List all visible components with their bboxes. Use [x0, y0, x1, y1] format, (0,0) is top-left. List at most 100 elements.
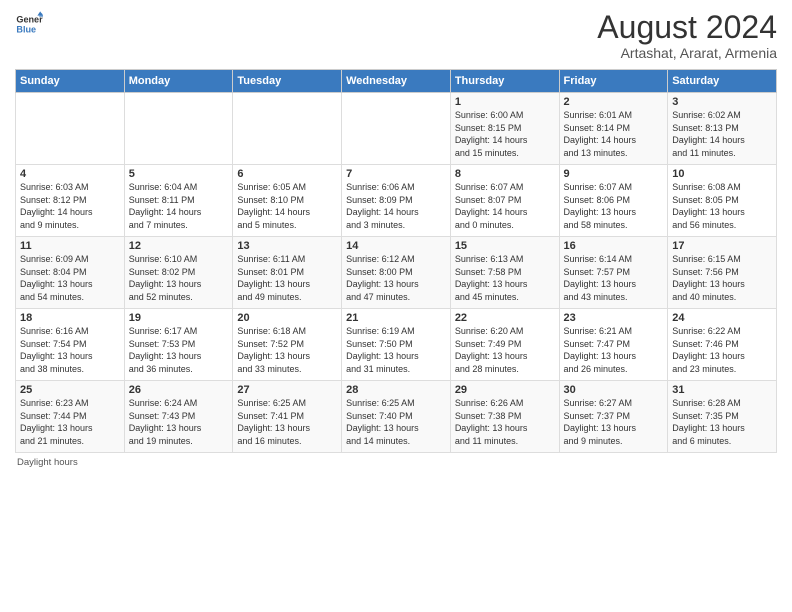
- day-header-saturday: Saturday: [668, 70, 777, 93]
- calendar-cell: 25Sunrise: 6:23 AMSunset: 7:44 PMDayligh…: [16, 381, 125, 453]
- day-number: 18: [20, 312, 120, 324]
- day-info: Sunrise: 6:07 AMSunset: 8:07 PMDaylight:…: [455, 181, 555, 231]
- day-number: 13: [237, 240, 337, 252]
- calendar-cell: 13Sunrise: 6:11 AMSunset: 8:01 PMDayligh…: [233, 237, 342, 309]
- day-info: Sunrise: 6:27 AMSunset: 7:37 PMDaylight:…: [564, 397, 664, 447]
- day-number: 12: [129, 240, 229, 252]
- calendar-cell: 18Sunrise: 6:16 AMSunset: 7:54 PMDayligh…: [16, 309, 125, 381]
- calendar-cell: 16Sunrise: 6:14 AMSunset: 7:57 PMDayligh…: [559, 237, 668, 309]
- svg-text:General: General: [16, 15, 43, 25]
- day-number: 10: [672, 168, 772, 180]
- week-row-1: 1Sunrise: 6:00 AMSunset: 8:15 PMDaylight…: [16, 93, 777, 165]
- calendar-cell: 26Sunrise: 6:24 AMSunset: 7:43 PMDayligh…: [124, 381, 233, 453]
- day-number: 9: [564, 168, 664, 180]
- calendar-cell: 27Sunrise: 6:25 AMSunset: 7:41 PMDayligh…: [233, 381, 342, 453]
- day-number: 14: [346, 240, 446, 252]
- calendar-cell: 9Sunrise: 6:07 AMSunset: 8:06 PMDaylight…: [559, 165, 668, 237]
- calendar-cell: [16, 93, 125, 165]
- day-info: Sunrise: 6:14 AMSunset: 7:57 PMDaylight:…: [564, 253, 664, 303]
- calendar-cell: [124, 93, 233, 165]
- logo-icon: General Blue: [15, 10, 43, 38]
- week-row-5: 25Sunrise: 6:23 AMSunset: 7:44 PMDayligh…: [16, 381, 777, 453]
- day-header-friday: Friday: [559, 70, 668, 93]
- calendar-cell: 17Sunrise: 6:15 AMSunset: 7:56 PMDayligh…: [668, 237, 777, 309]
- day-info: Sunrise: 6:09 AMSunset: 8:04 PMDaylight:…: [20, 253, 120, 303]
- calendar-cell: 11Sunrise: 6:09 AMSunset: 8:04 PMDayligh…: [16, 237, 125, 309]
- calendar-cell: 1Sunrise: 6:00 AMSunset: 8:15 PMDaylight…: [450, 93, 559, 165]
- day-info: Sunrise: 6:15 AMSunset: 7:56 PMDaylight:…: [672, 253, 772, 303]
- day-info: Sunrise: 6:25 AMSunset: 7:40 PMDaylight:…: [346, 397, 446, 447]
- header-row: SundayMondayTuesdayWednesdayThursdayFrid…: [16, 70, 777, 93]
- calendar-cell: [233, 93, 342, 165]
- day-info: Sunrise: 6:05 AMSunset: 8:10 PMDaylight:…: [237, 181, 337, 231]
- calendar-cell: 2Sunrise: 6:01 AMSunset: 8:14 PMDaylight…: [559, 93, 668, 165]
- day-number: 22: [455, 312, 555, 324]
- day-number: 4: [20, 168, 120, 180]
- day-number: 19: [129, 312, 229, 324]
- logo: General Blue: [15, 10, 43, 38]
- day-info: Sunrise: 6:16 AMSunset: 7:54 PMDaylight:…: [20, 325, 120, 375]
- day-info: Sunrise: 6:26 AMSunset: 7:38 PMDaylight:…: [455, 397, 555, 447]
- day-info: Sunrise: 6:25 AMSunset: 7:41 PMDaylight:…: [237, 397, 337, 447]
- day-number: 8: [455, 168, 555, 180]
- day-number: 7: [346, 168, 446, 180]
- day-number: 5: [129, 168, 229, 180]
- day-header-sunday: Sunday: [16, 70, 125, 93]
- calendar-cell: 6Sunrise: 6:05 AMSunset: 8:10 PMDaylight…: [233, 165, 342, 237]
- day-number: 31: [672, 384, 772, 396]
- day-info: Sunrise: 6:19 AMSunset: 7:50 PMDaylight:…: [346, 325, 446, 375]
- day-number: 30: [564, 384, 664, 396]
- calendar-cell: 31Sunrise: 6:28 AMSunset: 7:35 PMDayligh…: [668, 381, 777, 453]
- footer-note: Daylight hours: [15, 457, 777, 468]
- calendar-cell: 24Sunrise: 6:22 AMSunset: 7:46 PMDayligh…: [668, 309, 777, 381]
- day-info: Sunrise: 6:12 AMSunset: 8:00 PMDaylight:…: [346, 253, 446, 303]
- day-header-thursday: Thursday: [450, 70, 559, 93]
- day-number: 29: [455, 384, 555, 396]
- day-info: Sunrise: 6:28 AMSunset: 7:35 PMDaylight:…: [672, 397, 772, 447]
- day-header-wednesday: Wednesday: [342, 70, 451, 93]
- main-title: August 2024: [597, 10, 777, 45]
- calendar-cell: 4Sunrise: 6:03 AMSunset: 8:12 PMDaylight…: [16, 165, 125, 237]
- calendar-cell: 19Sunrise: 6:17 AMSunset: 7:53 PMDayligh…: [124, 309, 233, 381]
- week-row-2: 4Sunrise: 6:03 AMSunset: 8:12 PMDaylight…: [16, 165, 777, 237]
- day-number: 20: [237, 312, 337, 324]
- day-info: Sunrise: 6:18 AMSunset: 7:52 PMDaylight:…: [237, 325, 337, 375]
- day-number: 25: [20, 384, 120, 396]
- day-number: 28: [346, 384, 446, 396]
- calendar-cell: 21Sunrise: 6:19 AMSunset: 7:50 PMDayligh…: [342, 309, 451, 381]
- day-number: 17: [672, 240, 772, 252]
- calendar-cell: 7Sunrise: 6:06 AMSunset: 8:09 PMDaylight…: [342, 165, 451, 237]
- calendar-cell: 8Sunrise: 6:07 AMSunset: 8:07 PMDaylight…: [450, 165, 559, 237]
- calendar-cell: 3Sunrise: 6:02 AMSunset: 8:13 PMDaylight…: [668, 93, 777, 165]
- day-info: Sunrise: 6:06 AMSunset: 8:09 PMDaylight:…: [346, 181, 446, 231]
- calendar-cell: 12Sunrise: 6:10 AMSunset: 8:02 PMDayligh…: [124, 237, 233, 309]
- day-number: 15: [455, 240, 555, 252]
- calendar-cell: 15Sunrise: 6:13 AMSunset: 7:58 PMDayligh…: [450, 237, 559, 309]
- day-number: 6: [237, 168, 337, 180]
- day-info: Sunrise: 6:07 AMSunset: 8:06 PMDaylight:…: [564, 181, 664, 231]
- day-header-tuesday: Tuesday: [233, 70, 342, 93]
- day-number: 23: [564, 312, 664, 324]
- day-number: 11: [20, 240, 120, 252]
- day-info: Sunrise: 6:22 AMSunset: 7:46 PMDaylight:…: [672, 325, 772, 375]
- day-info: Sunrise: 6:01 AMSunset: 8:14 PMDaylight:…: [564, 109, 664, 159]
- day-info: Sunrise: 6:02 AMSunset: 8:13 PMDaylight:…: [672, 109, 772, 159]
- calendar-cell: 30Sunrise: 6:27 AMSunset: 7:37 PMDayligh…: [559, 381, 668, 453]
- week-row-3: 11Sunrise: 6:09 AMSunset: 8:04 PMDayligh…: [16, 237, 777, 309]
- day-info: Sunrise: 6:00 AMSunset: 8:15 PMDaylight:…: [455, 109, 555, 159]
- subtitle: Artashat, Ararat, Armenia: [597, 45, 777, 61]
- day-number: 3: [672, 96, 772, 108]
- week-row-4: 18Sunrise: 6:16 AMSunset: 7:54 PMDayligh…: [16, 309, 777, 381]
- page-container: General Blue August 2024 Artashat, Arara…: [0, 0, 792, 473]
- day-info: Sunrise: 6:21 AMSunset: 7:47 PMDaylight:…: [564, 325, 664, 375]
- calendar-cell: 10Sunrise: 6:08 AMSunset: 8:05 PMDayligh…: [668, 165, 777, 237]
- day-header-monday: Monday: [124, 70, 233, 93]
- calendar-cell: [342, 93, 451, 165]
- calendar-cell: 14Sunrise: 6:12 AMSunset: 8:00 PMDayligh…: [342, 237, 451, 309]
- day-number: 27: [237, 384, 337, 396]
- calendar-cell: 5Sunrise: 6:04 AMSunset: 8:11 PMDaylight…: [124, 165, 233, 237]
- header: General Blue August 2024 Artashat, Arara…: [15, 10, 777, 61]
- calendar-cell: 23Sunrise: 6:21 AMSunset: 7:47 PMDayligh…: [559, 309, 668, 381]
- day-number: 16: [564, 240, 664, 252]
- calendar-table: SundayMondayTuesdayWednesdayThursdayFrid…: [15, 69, 777, 453]
